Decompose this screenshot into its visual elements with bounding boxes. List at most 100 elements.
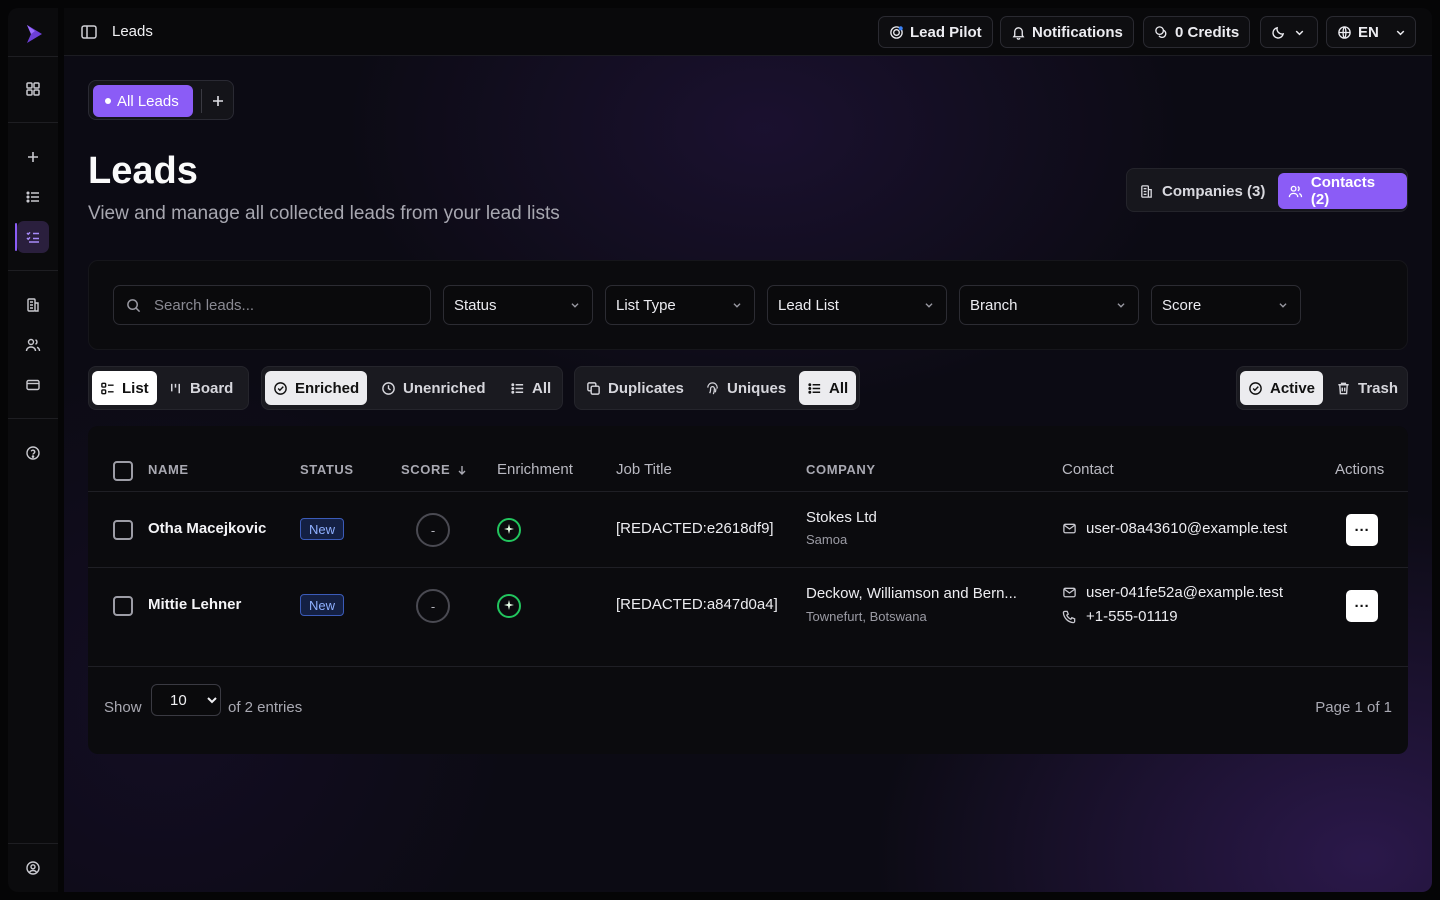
company-location: Townefurt, Botswana: [806, 609, 927, 624]
status-filter-label: Status: [454, 296, 497, 314]
globe-icon: [1338, 25, 1351, 39]
contact-email[interactable]: user-08a43610@example.test: [1062, 520, 1287, 537]
column-company[interactable]: COMPANY: [806, 462, 876, 477]
board-view-button[interactable]: Board: [160, 371, 241, 405]
mail-icon: [1063, 587, 1076, 598]
chevron-down-icon: [1396, 30, 1405, 35]
credits-label: 0 Credits: [1175, 23, 1240, 41]
duplicates-button[interactable]: Duplicates: [578, 371, 692, 405]
active-label: Active: [1270, 379, 1316, 397]
table-row[interactable]: Otha Macejkovic New - [REDACTED:e2618df9…: [88, 492, 1408, 568]
table-header: NAME STATUS SCORE Enrichment Job Title C…: [88, 426, 1408, 492]
unenriched-button[interactable]: Unenriched: [373, 371, 494, 405]
score-indicator: -: [416, 589, 450, 623]
row-actions-button[interactable]: ···: [1346, 590, 1378, 622]
sidebar-divider: [8, 418, 58, 419]
job-title: [REDACTED:a847d0a4]: [616, 596, 778, 613]
grid-icon: [26, 82, 40, 96]
company-location: Samoa: [806, 532, 848, 547]
company-name[interactable]: Deckow, Williamson and Bern...: [806, 585, 1036, 602]
row-checkbox[interactable]: [113, 596, 133, 616]
sidebar-item-companies[interactable]: [17, 289, 49, 321]
enriched-button[interactable]: Enriched: [265, 371, 368, 405]
sidebar-item-leads[interactable]: [15, 221, 49, 253]
tab-companies[interactable]: Companies (3): [1129, 173, 1275, 209]
active-button[interactable]: Active: [1240, 371, 1324, 405]
branch-filter[interactable]: Branch: [959, 285, 1139, 325]
lead-pilot-button[interactable]: Lead Pilot: [878, 16, 993, 48]
column-enrichment[interactable]: Enrichment: [497, 461, 573, 478]
uniques-label: Uniques: [727, 379, 787, 397]
chevron-down-icon: [571, 303, 579, 308]
table-row[interactable]: Mittie Lehner New - [REDACTED:a847d0a4] …: [88, 568, 1408, 666]
phone-text: +1-555-01119: [1086, 608, 1178, 625]
credits-button[interactable]: 0 Credits: [1143, 16, 1251, 48]
language-select[interactable]: EN: [1326, 16, 1416, 48]
moon-icon: [1272, 26, 1285, 39]
uniques-button[interactable]: Uniques: [697, 371, 794, 405]
tab-companies-label: Companies (3): [1162, 182, 1266, 200]
fingerprint-icon: [707, 381, 718, 394]
lead-name[interactable]: Mittie Lehner: [148, 596, 241, 613]
app-logo[interactable]: [22, 22, 46, 46]
sidebar-item-billing[interactable]: [17, 369, 49, 401]
kanban-icon: [171, 383, 180, 393]
branch-filter-label: Branch: [970, 296, 1018, 314]
sidebar-divider: [8, 270, 58, 271]
trash-button[interactable]: Trash: [1328, 371, 1406, 405]
column-contact[interactable]: Contact: [1062, 461, 1114, 478]
enriched-indicator: [497, 594, 521, 618]
page-size-select[interactable]: 10: [151, 684, 221, 716]
entries-count: of 2 entries: [228, 699, 303, 716]
sidebar-item-lists[interactable]: [17, 181, 49, 213]
sidebar-item-contacts[interactable]: [17, 329, 49, 361]
leads-table: NAME STATUS SCORE Enrichment Job Title C…: [88, 426, 1408, 754]
chevron-down-icon: [925, 303, 933, 308]
search-input[interactable]: [154, 286, 424, 324]
list-check-icon: [26, 231, 39, 243]
company-name[interactable]: Stokes Ltd: [806, 509, 1036, 526]
select-all-checkbox[interactable]: [113, 461, 133, 481]
column-name[interactable]: NAME: [148, 462, 189, 477]
notifications-label: Notifications: [1032, 23, 1123, 41]
sidebar-item-help[interactable]: [17, 437, 49, 469]
active-dot: [105, 98, 111, 104]
contact-phone[interactable]: +1-555-01119: [1062, 608, 1178, 625]
tab-divider: [201, 89, 202, 113]
tab-contacts[interactable]: Contacts (2): [1278, 173, 1407, 209]
sidebar-item-new[interactable]: [17, 141, 49, 173]
sidebar-toggle-icon[interactable]: [80, 23, 98, 41]
email-text: user-08a43610@example.test: [1086, 520, 1288, 537]
lead-name[interactable]: Otha Macejkovic: [148, 520, 266, 537]
active-trash-toggle: Active Trash: [1236, 366, 1408, 410]
all-duplicates-button[interactable]: All: [799, 371, 857, 405]
plus-icon: [213, 96, 223, 106]
notifications-button[interactable]: Notifications: [1000, 16, 1134, 48]
score-filter[interactable]: Score: [1151, 285, 1301, 325]
all-enrichment-button[interactable]: All: [502, 371, 559, 405]
lead-list-filter[interactable]: Lead List: [767, 285, 947, 325]
sidebar-divider: [8, 56, 58, 57]
user-circle-icon: [26, 861, 40, 875]
sparkle-icon: [504, 524, 514, 534]
status-filter[interactable]: Status: [443, 285, 593, 325]
list-icon: [808, 382, 821, 394]
list-view-label: List: [122, 379, 149, 397]
row-actions-button[interactable]: ···: [1346, 514, 1378, 546]
contact-email[interactable]: user-041fe52a@example.test: [1062, 584, 1283, 601]
duplicates-label: Duplicates: [608, 379, 684, 397]
column-score[interactable]: SCORE: [401, 462, 468, 477]
list-type-filter[interactable]: List Type: [605, 285, 755, 325]
add-list-button[interactable]: [206, 89, 230, 113]
column-job-title[interactable]: Job Title: [616, 461, 672, 478]
sidebar-item-account[interactable]: [17, 852, 49, 884]
users-icon: [1288, 185, 1303, 197]
theme-toggle-button[interactable]: [1260, 16, 1318, 48]
status-badge: New: [300, 594, 345, 616]
row-checkbox[interactable]: [113, 520, 133, 540]
bell-icon: [1012, 26, 1025, 40]
list-view-button[interactable]: List: [92, 371, 157, 405]
column-status[interactable]: STATUS: [300, 462, 354, 477]
tab-all-leads[interactable]: All Leads: [93, 85, 193, 117]
sidebar-item-dashboard[interactable]: [17, 73, 49, 105]
